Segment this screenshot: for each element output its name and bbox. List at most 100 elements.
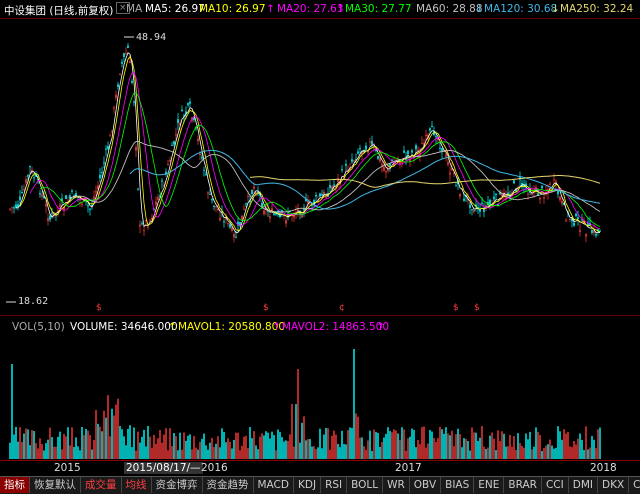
tab-boll[interactable]: BOLL	[347, 477, 384, 493]
volume-bar	[337, 443, 339, 459]
volume-bar	[301, 422, 303, 459]
event-marker[interactable]: $	[96, 303, 102, 313]
volume-bar	[543, 448, 545, 459]
tab-cr[interactable]: CR	[629, 477, 640, 493]
volume-bar	[159, 430, 161, 459]
tab-obv[interactable]: OBV	[410, 477, 442, 493]
volume-bar	[531, 449, 533, 459]
tab-moving-average[interactable]: 均线	[122, 477, 152, 493]
volume-bar	[77, 446, 79, 459]
candle-body	[23, 189, 25, 191]
high-price-label: 48.94	[136, 32, 167, 43]
volume-bar	[467, 441, 469, 459]
volume-bar	[251, 438, 253, 459]
candle-body	[127, 45, 129, 48]
candle-body	[369, 141, 371, 143]
tab-indicator[interactable]: 指标	[0, 477, 30, 493]
volume-bar	[151, 447, 153, 459]
volume-bar	[579, 433, 581, 459]
ma120-arrow: ↓	[475, 3, 484, 15]
volume-bar	[397, 433, 399, 459]
indicator-tab-bar: 指标 恢复默认 成交量 均线 资金博弈 资金趋势 MACD KDJ RSI BO…	[0, 476, 640, 494]
volume-bar	[583, 449, 585, 459]
candle-body	[527, 193, 529, 195]
volume-bar	[219, 447, 221, 459]
volume-bar	[559, 431, 561, 459]
volume-bar	[41, 444, 43, 459]
tab-capital-trend[interactable]: 资金趋势	[203, 477, 254, 493]
tab-wr[interactable]: WR	[383, 477, 410, 493]
candle-body	[455, 185, 457, 187]
candle-body	[51, 212, 53, 214]
volume-bar	[113, 415, 115, 459]
tab-capital-game[interactable]: 资金博弈	[152, 477, 203, 493]
price-chart[interactable]: 48.94 18.62 $ $ ¢ $ $	[0, 18, 640, 316]
candle-body	[435, 136, 437, 138]
tab-kdj[interactable]: KDJ	[294, 477, 322, 493]
volume-bar	[455, 434, 457, 459]
candle-body	[565, 220, 567, 222]
tab-macd[interactable]: MACD	[254, 477, 294, 493]
volume-bar	[339, 447, 341, 459]
volume-bar	[525, 433, 527, 459]
ma120-value: MA120: 30.68	[484, 3, 558, 15]
volume-bar	[49, 427, 51, 459]
volume-bar	[369, 430, 371, 459]
volume-bar	[85, 428, 87, 459]
candle-body	[585, 233, 587, 237]
volume-bar	[423, 426, 425, 459]
volume-bar	[361, 437, 363, 459]
volume-bar	[279, 432, 281, 459]
volume-bar	[413, 429, 415, 459]
mavol1-value: MAVOL1: 20580.800	[178, 321, 286, 333]
mavol2-value: MAVOL2: 14863.500	[282, 321, 390, 333]
volume-bar	[157, 438, 159, 459]
candle-body	[411, 150, 413, 153]
tab-dkx[interactable]: DKX	[598, 477, 630, 493]
volume-bar	[425, 447, 427, 459]
volume-bar	[487, 447, 489, 459]
volume-bar	[589, 447, 591, 459]
volume-bar	[331, 435, 333, 459]
candle-body	[115, 94, 117, 98]
volume-bar	[291, 403, 293, 459]
volume-bar	[171, 446, 173, 459]
candle-body	[415, 145, 417, 150]
event-marker[interactable]: $	[453, 303, 459, 313]
event-marker[interactable]: ¢	[339, 303, 345, 313]
volume-bar	[79, 450, 81, 459]
volume-bar	[91, 449, 93, 459]
volume-bar	[431, 431, 433, 459]
candle-body	[315, 194, 317, 197]
volume-bar	[433, 437, 435, 459]
volume-bar	[227, 438, 229, 459]
event-marker[interactable]: $	[263, 303, 269, 313]
tab-rsi[interactable]: RSI	[321, 477, 348, 493]
volume-bar	[523, 447, 525, 459]
event-marker[interactable]: $	[474, 303, 480, 313]
volume-bar	[133, 427, 135, 459]
tab-cci[interactable]: CCI	[542, 477, 569, 493]
volume-bar	[245, 435, 247, 459]
axis-label-2016: 2016	[201, 462, 228, 474]
volume-bar	[31, 430, 33, 459]
volume-bar	[519, 443, 521, 459]
volume-bar	[185, 440, 187, 459]
volume-bar	[193, 435, 195, 459]
tab-volume[interactable]: 成交量	[81, 477, 122, 493]
tab-bias[interactable]: BIAS	[441, 477, 475, 493]
candle-body	[543, 197, 545, 199]
candle-body	[431, 125, 433, 128]
candle-body	[575, 213, 577, 217]
tab-ene[interactable]: ENE	[474, 477, 505, 493]
volume-bar	[357, 416, 359, 459]
candle-body	[19, 196, 21, 201]
candle-body	[49, 215, 51, 220]
tab-restore-default[interactable]: 恢复默认	[30, 477, 81, 493]
tab-brar[interactable]: BRAR	[504, 477, 542, 493]
volume-bar	[129, 425, 131, 459]
volume-bar	[183, 432, 185, 459]
volume-bar	[55, 446, 57, 459]
volume-chart[interactable]	[0, 335, 640, 460]
tab-dmi[interactable]: DMI	[569, 477, 598, 493]
